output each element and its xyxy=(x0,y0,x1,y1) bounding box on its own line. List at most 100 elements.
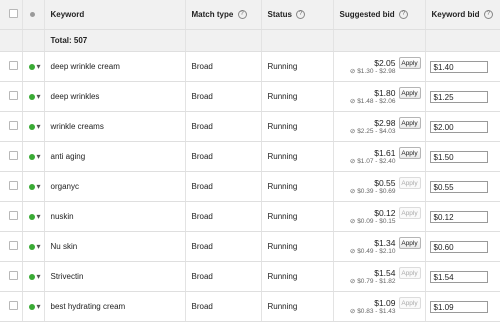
suggested-bid-help-icon[interactable]: ? xyxy=(398,10,408,20)
suggested-bid-cell: $1.09 ⊘ $0.83 - $1.43 Apply xyxy=(333,291,426,322)
keyword-bid-input[interactable]: $0.55 xyxy=(429,180,488,193)
row-checkbox[interactable] xyxy=(9,121,18,130)
status-menu-icon[interactable]: ▾ xyxy=(37,122,41,131)
row-checkbox[interactable] xyxy=(9,181,18,190)
keyword-cell: nuskin xyxy=(44,201,186,232)
apply-bid-button[interactable]: Apply xyxy=(398,176,421,189)
keyword-bid-help-icon[interactable]: ? xyxy=(483,10,493,20)
keyword-bid-header[interactable]: Keyword bid ? xyxy=(425,0,500,30)
status-menu-icon[interactable]: ▾ xyxy=(37,152,41,161)
row-checkbox[interactable] xyxy=(9,61,18,70)
suggested-bid-range: ⊘ $0.39 - $0.69 xyxy=(350,188,396,196)
status-menu-icon[interactable]: ▾ xyxy=(37,212,41,221)
keyword-bid-input[interactable]: $0.12 xyxy=(429,210,488,223)
keyword-header-label: Keyword xyxy=(50,10,85,19)
keyword-cell: anti aging xyxy=(44,141,186,172)
status-dot-icon xyxy=(28,153,35,160)
row-checkbox[interactable] xyxy=(9,241,18,250)
row-status-cell: ▾ xyxy=(22,231,45,262)
suggested-bid-cell: $1.80 ⊘ $1.48 - $2.06 Apply xyxy=(333,81,426,112)
match-type-cell: Broad xyxy=(185,291,262,322)
keyword-bid-input[interactable]: $2.00 xyxy=(429,120,488,133)
status-cell: Running xyxy=(261,261,334,292)
row-select-cell xyxy=(0,51,23,82)
row-checkbox[interactable] xyxy=(9,91,18,100)
bid-range-value: $0.83 - $1.43 xyxy=(357,307,396,315)
status-cell: Running xyxy=(261,51,334,82)
bid-range-value: $1.48 - $2.06 xyxy=(357,97,396,105)
keyword-bid-input[interactable]: $1.54 xyxy=(429,270,488,283)
bid-range-icon: ⊘ xyxy=(349,247,356,255)
row-select-cell xyxy=(0,201,23,232)
keyword-bid-input[interactable]: $1.40 xyxy=(429,60,488,73)
suggested-bid-range: ⊘ $0.83 - $1.43 xyxy=(350,308,396,316)
status-header-label: Status xyxy=(267,9,292,19)
status-dot-icon xyxy=(28,183,35,190)
row-status-cell: ▾ xyxy=(22,51,45,82)
apply-bid-button[interactable]: Apply xyxy=(398,116,421,129)
status-dot-header-icon[interactable] xyxy=(29,12,35,17)
status-cell: Running xyxy=(261,231,334,262)
table-row: ▾ organyc Broad Running $0.55 ⊘ $0.39 - … xyxy=(0,171,500,202)
bid-range-value: $0.79 - $1.82 xyxy=(357,277,396,285)
row-status-cell: ▾ xyxy=(22,291,45,322)
keyword-bid-cell: $0.12 xyxy=(425,201,500,232)
select-all-cell xyxy=(0,0,23,30)
match-type-header[interactable]: Match type ? xyxy=(185,0,262,30)
row-checkbox[interactable] xyxy=(9,151,18,160)
apply-bid-button[interactable]: Apply xyxy=(398,296,421,309)
keyword-cell: wrinkle creams xyxy=(44,111,186,142)
suggested-bid-header-label: Suggested bid xyxy=(339,9,395,19)
apply-bid-button[interactable]: Apply xyxy=(398,236,421,249)
keyword-bid-input[interactable]: $0.60 xyxy=(429,240,488,253)
row-select-cell xyxy=(0,231,23,262)
match-type-help-icon[interactable]: ? xyxy=(237,10,247,20)
status-menu-icon[interactable]: ▾ xyxy=(37,302,41,311)
suggested-bid-range: ⊘ $0.49 - $2.10 xyxy=(350,248,396,256)
row-checkbox[interactable] xyxy=(9,271,18,280)
suggested-bid-cell: $1.61 ⊘ $1.07 - $2.40 Apply xyxy=(333,141,426,172)
bid-range-icon: ⊘ xyxy=(349,217,356,225)
row-status-cell: ▾ xyxy=(22,261,45,292)
status-menu-icon[interactable]: ▾ xyxy=(37,62,41,71)
keyword-bid-input[interactable]: $1.25 xyxy=(429,90,488,103)
suggested-bid-header[interactable]: Suggested bid ? xyxy=(333,0,426,30)
keyword-bid-cell: $1.40 xyxy=(425,51,500,82)
suggested-bid-cell: $2.98 ⊘ $2.25 - $4.03 Apply xyxy=(333,111,426,142)
apply-bid-button[interactable]: Apply xyxy=(398,86,421,99)
bid-range-icon: ⊘ xyxy=(349,67,356,75)
bid-range-icon: ⊘ xyxy=(349,307,356,315)
status-menu-icon[interactable]: ▾ xyxy=(37,242,41,251)
status-help-icon[interactable]: ? xyxy=(296,10,306,20)
select-all-checkbox[interactable] xyxy=(9,9,18,18)
row-select-cell xyxy=(0,111,23,142)
status-menu-icon[interactable]: ▾ xyxy=(37,182,41,191)
keyword-bid-cell: $1.25 xyxy=(425,81,500,112)
suggested-bid-cell: $1.54 ⊘ $0.79 - $1.82 Apply xyxy=(333,261,426,292)
apply-bid-button[interactable]: Apply xyxy=(398,206,421,219)
apply-bid-button[interactable]: Apply xyxy=(398,266,421,279)
keyword-cell: Strivectin xyxy=(44,261,186,292)
row-status-cell: ▾ xyxy=(22,171,45,202)
table-row: ▾ wrinkle creams Broad Running $2.98 ⊘ $… xyxy=(0,111,500,142)
status-cell: Running xyxy=(261,111,334,142)
suggested-bid-value: $0.12 xyxy=(374,207,396,218)
bid-range-value: $0.39 - $0.69 xyxy=(357,187,396,195)
suggested-bid-range: ⊘ $0.79 - $1.82 xyxy=(350,278,396,286)
row-checkbox[interactable] xyxy=(9,211,18,220)
bid-range-value: $0.09 - $0.15 xyxy=(357,217,396,225)
status-menu-icon[interactable]: ▾ xyxy=(37,272,41,281)
keyword-bid-input[interactable]: $1.50 xyxy=(429,150,488,163)
status-menu-icon[interactable]: ▾ xyxy=(37,92,41,101)
apply-bid-button[interactable]: Apply xyxy=(398,146,421,159)
status-header[interactable]: Status ? xyxy=(261,0,334,30)
keyword-bid-input[interactable]: $1.09 xyxy=(429,300,488,313)
row-status-cell: ▾ xyxy=(22,81,45,112)
keyword-header[interactable]: Keyword xyxy=(44,0,186,30)
row-select-cell xyxy=(0,141,23,172)
table-row: ▾ best hydrating cream Broad Running $1.… xyxy=(0,291,500,322)
bid-range-value: $0.49 - $2.10 xyxy=(357,247,396,255)
apply-bid-button[interactable]: Apply xyxy=(398,56,421,69)
status-cell: Running xyxy=(261,141,334,172)
row-checkbox[interactable] xyxy=(9,301,18,310)
